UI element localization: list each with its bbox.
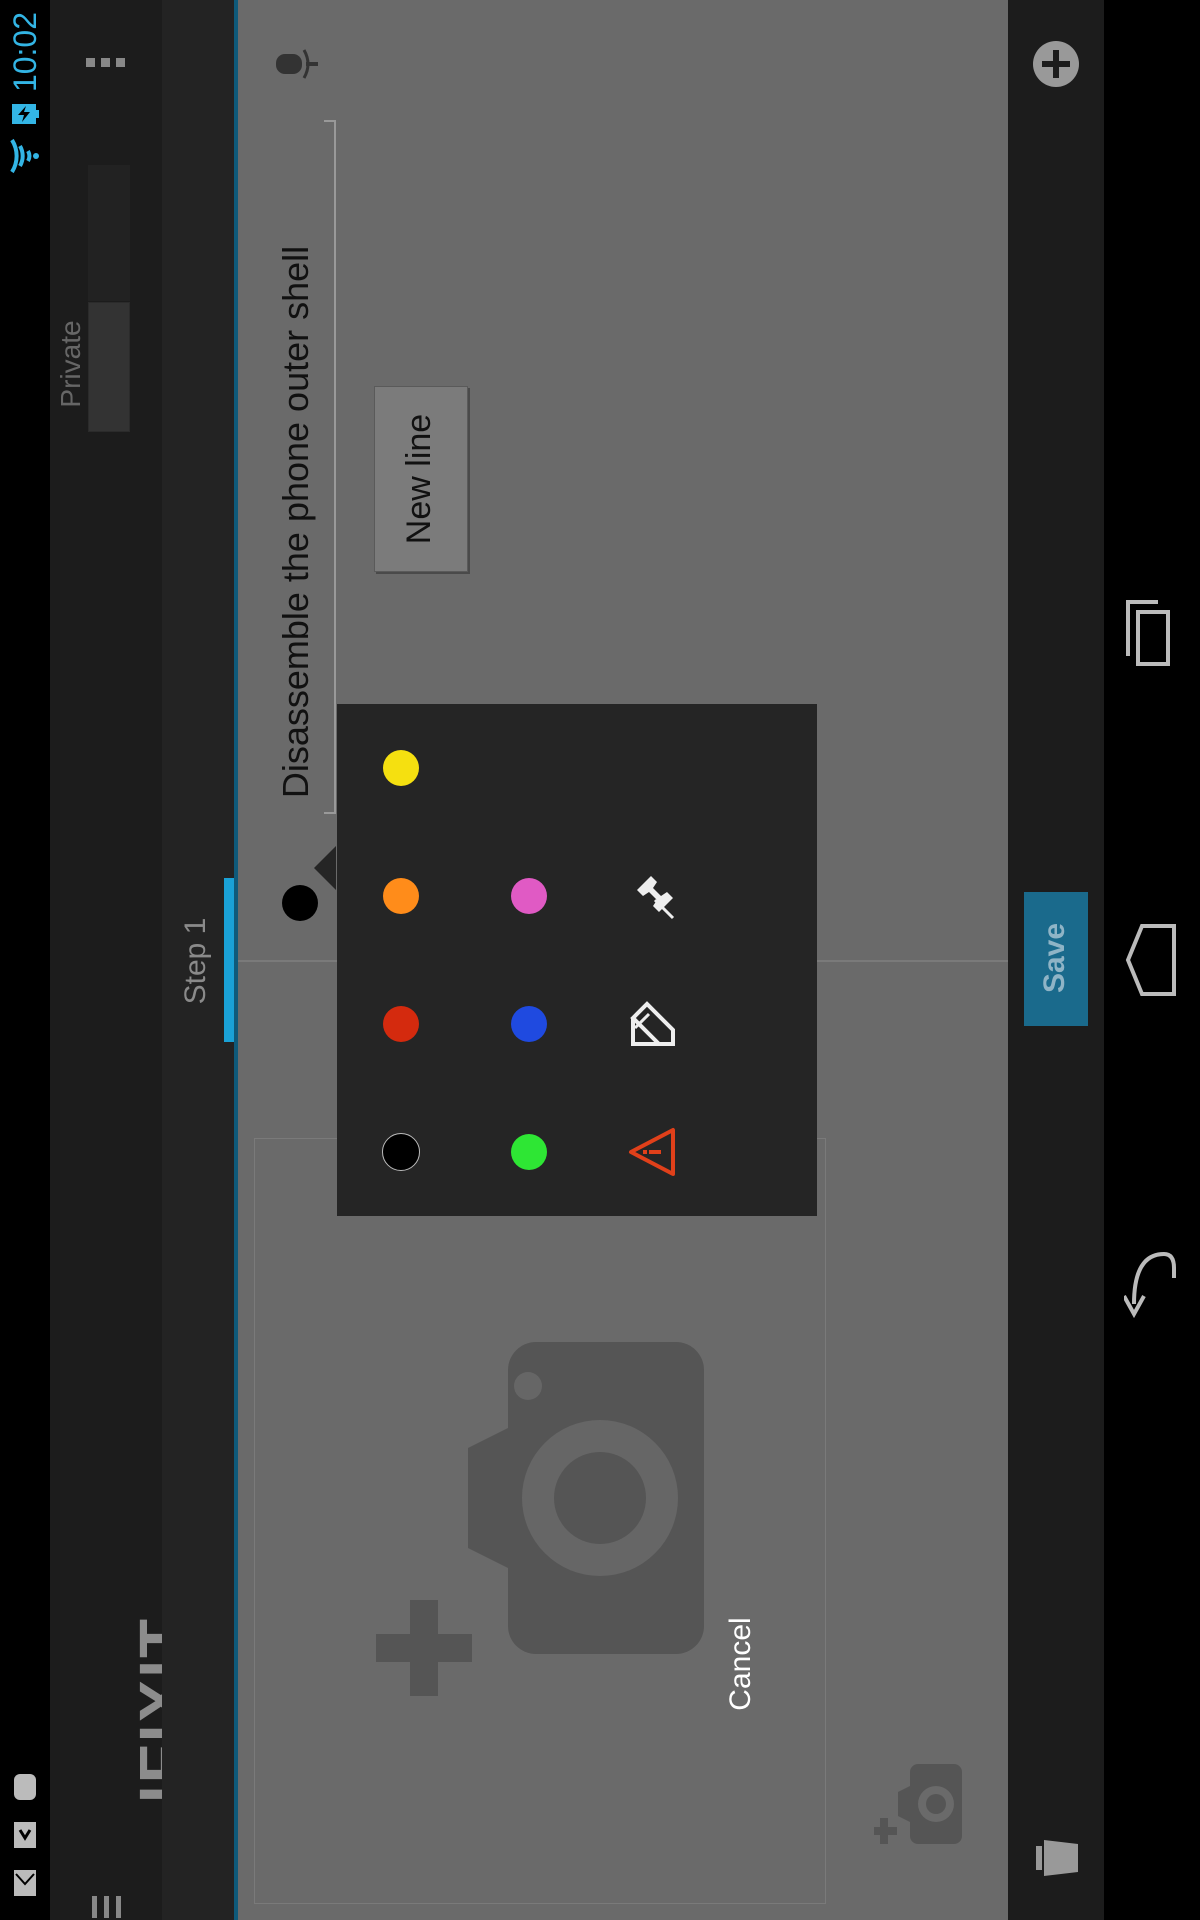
private-switch-track[interactable] [88,165,130,301]
wifi-icon [10,138,39,174]
warning-icon[interactable] [627,1126,679,1178]
bullet-color-picker: Cancel [337,704,817,1711]
pin-icon[interactable] [627,870,679,922]
cancel-button[interactable]: Cancel [721,1599,761,1729]
color-swatch-blue[interactable] [511,1006,547,1042]
download-notification-icon [14,1822,36,1848]
bullet-color-button[interactable] [282,885,318,921]
action-bar: Private IFIXIT [50,0,198,1920]
color-swatch-green[interactable] [511,1134,547,1170]
tab-indicator [224,878,234,1042]
home-icon[interactable] [1124,920,1180,1000]
add-media-camera-icon[interactable] [874,1756,966,1848]
delete-step-icon[interactable] [1030,1832,1082,1884]
menu-drawer-icon[interactable] [90,1894,124,1920]
new-line-label: New line [400,413,438,545]
add-step-icon[interactable] [1032,40,1080,88]
status-bar: 10:02 [0,0,50,1920]
recent-apps-icon[interactable] [1124,596,1180,676]
add-photo-plus-icon [376,1600,472,1696]
save-label: Save [1038,922,1071,994]
step-title-field-border [324,120,336,814]
step-line-text[interactable]: Disassemble the phone outer shell [274,172,318,872]
private-label: Private [55,320,86,408]
android-notification-icon [14,1774,36,1800]
color-swatch-red[interactable] [383,1006,419,1042]
tab-step-1[interactable]: Step 1 [176,901,216,1021]
color-swatch-pink[interactable] [511,878,547,914]
private-switch[interactable] [88,302,130,432]
status-time: 10:02 [7,11,43,93]
resize-icon[interactable] [627,998,679,1050]
picker-pointer [314,846,336,890]
battery-icon [12,104,39,124]
system-navigation-bar [1104,0,1200,1920]
step-tab-strip: Step 1 [162,0,234,1920]
color-swatch-black[interactable] [382,1133,420,1171]
color-swatch-yellow[interactable] [383,750,419,786]
microphone-icon[interactable] [274,44,320,84]
right-action-bar: Save [1008,0,1104,1920]
overflow-menu-icon[interactable] [84,56,128,70]
back-icon[interactable] [1124,1244,1180,1324]
add-photo-camera-icon[interactable] [448,1338,708,1658]
email-notification-icon [14,1870,36,1896]
color-swatch-orange[interactable] [383,878,419,914]
